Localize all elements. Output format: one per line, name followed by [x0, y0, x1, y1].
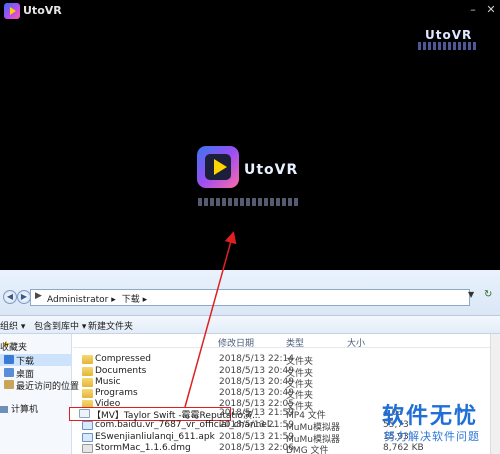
sidebar-item-downloads[interactable]: 下载: [0, 354, 72, 367]
sidebar-item-favorites[interactable]: ★ 收藏夹: [0, 340, 72, 354]
sidebar-item-computer[interactable]: 计算机: [0, 402, 38, 415]
apk-file-icon: [82, 433, 93, 442]
folder-icon: [82, 367, 93, 376]
download-folder-icon: [4, 355, 14, 364]
center-logo-icon: [197, 146, 239, 188]
center-brand-name: UtoVR: [244, 162, 299, 178]
breadcrumb: Administrator ▸ 下载 ▸: [47, 292, 147, 305]
file-name: StormMac_1.1.6.dmg: [95, 443, 191, 453]
file-name: Music: [95, 377, 121, 387]
column-header: 修改日期 类型 大小: [73, 334, 500, 349]
file-date: 2018/5/13 21:59: [219, 408, 294, 418]
minimize-button[interactable]: –: [466, 3, 480, 17]
column-size[interactable]: 大小: [347, 336, 365, 349]
folder-icon: [82, 389, 93, 398]
player-titlebar[interactable]: UtoVR – ✕: [0, 0, 500, 22]
address-input[interactable]: ▶ Administrator ▸ 下载 ▸: [30, 289, 470, 306]
include-in-library-button[interactable]: 包含到库中 ▾: [34, 319, 86, 332]
file-date: 2018/5/13 20:49: [219, 377, 294, 387]
sidebar-item-label: 下载: [16, 357, 35, 367]
player-title: UtoVR: [23, 4, 62, 17]
close-button[interactable]: ✕: [484, 3, 498, 17]
file-name: Compressed: [95, 354, 151, 364]
address-dropdown-icon[interactable]: ▼: [468, 290, 474, 299]
command-toolbar: 组织 ▾ 包含到库中 ▾ 新建文件夹: [0, 316, 500, 334]
app-logo-icon: [4, 3, 20, 19]
sidebar-item-desktop[interactable]: 桌面: [0, 367, 72, 380]
file-date: 2018/5/13 20:49: [219, 366, 294, 376]
screen: UtoVR – ✕ UtoVR UtoVR ◀ ▶ ▶ Administrato…: [0, 0, 500, 454]
breadcrumb-arrow-icon[interactable]: ▶: [35, 291, 42, 301]
center-brand-tagline: [198, 198, 298, 206]
vr-player-window[interactable]: UtoVR – ✕ UtoVR UtoVR: [0, 0, 500, 270]
watermark-title: 软件无忧: [382, 404, 479, 429]
organize-button[interactable]: 组织 ▾: [0, 319, 25, 332]
folder-icon: [82, 355, 93, 364]
sidebar-item-recent[interactable]: 最近访问的位置: [0, 379, 79, 392]
address-bar-area: ◀ ▶ ▶ Administrator ▸ 下载 ▸ ▼ ↻: [0, 270, 500, 316]
file-date: 2018/5/13 20:49: [219, 388, 294, 398]
file-name: Documents: [95, 366, 147, 376]
list-item[interactable]: Compressed 2018/5/13 22:14 文件夹: [73, 354, 500, 367]
folder-icon: [82, 378, 93, 387]
breadcrumb-item-administrator[interactable]: Administrator ▸: [47, 295, 116, 305]
back-button[interactable]: ◀: [3, 290, 17, 304]
site-watermark: 软件无忧 努力解决软件问题: [382, 398, 500, 454]
file-date: 2018/5/13 22:06: [219, 443, 294, 453]
watermark-subtitle: 努力解决软件问题: [384, 430, 480, 443]
sidebar-item-label: 最近访问的位置: [16, 382, 80, 392]
forward-button[interactable]: ▶: [17, 290, 31, 304]
file-date: 2018/5/13 21:59: [219, 432, 294, 442]
file-date: 2018/5/13 22:14: [219, 354, 294, 364]
new-folder-button[interactable]: 新建文件夹: [88, 319, 133, 332]
sidebar-item-label: 计算机: [11, 405, 39, 415]
file-type: DMG 文件: [286, 446, 329, 454]
corner-brand-tagline: [418, 42, 478, 50]
column-date-modified[interactable]: 修改日期: [218, 336, 254, 349]
file-date: 2018/5/13 21:59: [219, 420, 294, 430]
column-type[interactable]: 类型: [286, 336, 304, 349]
computer-icon: [0, 406, 8, 413]
disk-image-icon: [82, 444, 93, 453]
sidebar-item-label: 收藏夹: [0, 343, 28, 353]
breadcrumb-item-downloads[interactable]: 下载 ▸: [122, 295, 147, 305]
file-name: Programs: [95, 388, 138, 398]
recent-places-icon: [4, 380, 14, 389]
file-name: ESwenjianliulanqi_611.apk: [95, 432, 215, 442]
desktop-icon: [4, 368, 14, 377]
refresh-icon[interactable]: ↻: [484, 289, 492, 300]
apk-file-icon: [82, 421, 93, 430]
